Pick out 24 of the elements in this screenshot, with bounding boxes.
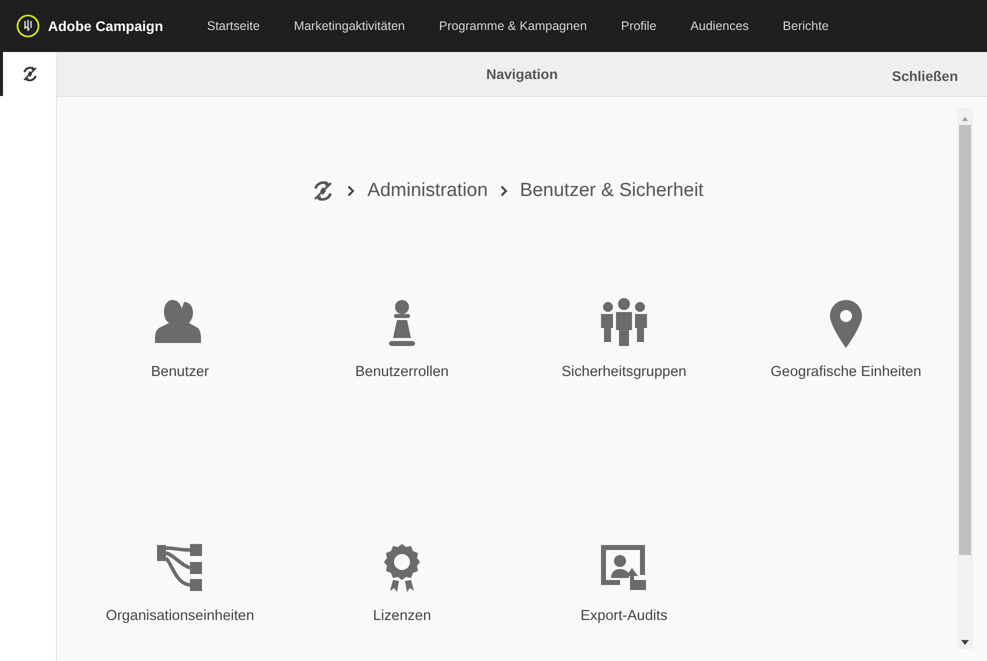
nav-link[interactable]: Startseite <box>207 16 260 36</box>
compass-icon <box>20 65 38 83</box>
app-logo-icon <box>16 14 40 38</box>
scrollbar[interactable] <box>957 108 973 649</box>
navigation-tile[interactable]: Export-Audits <box>513 542 735 628</box>
navigation-tile[interactable]: Benutzerrollen <box>291 298 513 384</box>
chevron-icon <box>347 185 356 197</box>
navigation-tile[interactable]: Sicherheitsgruppen <box>513 298 735 384</box>
navigation-tile[interactable]: Organisationseinheiten <box>69 542 291 628</box>
nav-link[interactable]: Marketingaktivitäten <box>294 16 405 36</box>
nav-link[interactable]: Programme & Kampagnen <box>438 16 587 36</box>
nav-link[interactable]: Profile <box>620 16 656 36</box>
group-icon <box>598 298 650 348</box>
nav-link[interactable]: Audiences <box>690 16 749 36</box>
app-title: Adobe Campaign <box>48 16 164 36</box>
nav-link[interactable]: Berichte <box>782 16 829 36</box>
chevron-icon <box>500 185 508 197</box>
navigation-tile[interactable]: Geografische Einheiten <box>735 298 957 384</box>
panel-title: Navigation <box>486 64 558 84</box>
breadcrumb-link[interactable]: Administration <box>367 176 488 206</box>
close-button[interactable]: Schließen <box>892 66 958 87</box>
navigation-tile[interactable]: Benutzer <box>69 298 291 384</box>
navigation-tile[interactable]: Lizenzen <box>291 542 513 628</box>
breadcrumb-link[interactable]: Benutzer & Sicherheit <box>520 176 704 206</box>
